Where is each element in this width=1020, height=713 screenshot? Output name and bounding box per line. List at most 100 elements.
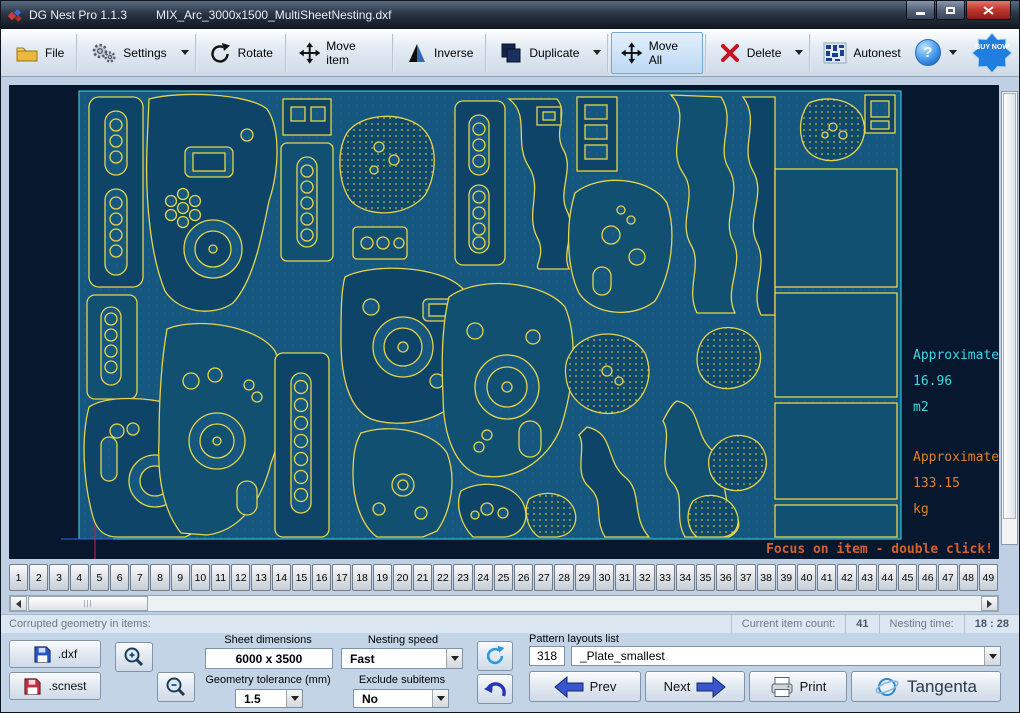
sheet-tab-46[interactable]: 46	[918, 564, 938, 591]
settings-dropdown-arrow[interactable]	[177, 32, 193, 74]
prev-button[interactable]: Prev	[529, 671, 641, 702]
sheet-tab-43[interactable]: 43	[857, 564, 877, 591]
sheet-tab-15[interactable]: 15	[291, 564, 312, 591]
sheet-tab-42[interactable]: 42	[837, 564, 857, 591]
pattern-layouts-select[interactable]: _Plate_smallest	[571, 646, 1001, 666]
sheet-tab-5[interactable]: 5	[89, 564, 110, 591]
sheet-tab-22[interactable]: 22	[433, 564, 453, 591]
nested-part[interactable]	[564, 333, 650, 415]
nested-part[interactable]	[707, 434, 767, 492]
delete-button[interactable]: Delete	[709, 32, 792, 74]
sheet-tab-28[interactable]: 28	[554, 564, 574, 591]
nesting-canvas[interactable]	[9, 85, 999, 559]
nested-part[interactable]	[282, 98, 332, 136]
nested-part[interactable]	[799, 98, 866, 162]
zoom-out-button[interactable]	[157, 672, 195, 702]
vertical-scrollbar[interactable]	[1001, 91, 1018, 545]
nested-part[interactable]	[864, 94, 896, 134]
help-button[interactable]: ?	[914, 39, 942, 66]
sheet-tab-44[interactable]: 44	[877, 564, 897, 591]
sheet-tab-40[interactable]: 40	[796, 564, 817, 591]
sheet-tab-45[interactable]: 45	[897, 564, 918, 591]
sheet-tab-26[interactable]: 26	[514, 564, 534, 591]
sheet-tab-25[interactable]: 25	[493, 564, 514, 591]
settings-button[interactable]: Settings	[80, 32, 176, 74]
zoom-in-button[interactable]	[115, 642, 153, 672]
horizontal-scrollbar-thumb[interactable]: |||	[28, 596, 148, 611]
file-button[interactable]: File	[5, 32, 74, 74]
nested-part[interactable]	[352, 226, 408, 260]
vertical-scrollbar-thumb[interactable]	[1003, 93, 1016, 519]
exclude-subitems-select[interactable]: No	[353, 689, 449, 708]
sheet-tab-35[interactable]: 35	[695, 564, 716, 591]
sheet-tab-14[interactable]: 14	[271, 564, 291, 591]
nested-part[interactable]	[567, 179, 673, 313]
rotate-button[interactable]: Rotate	[199, 32, 283, 74]
sheet-tab-13[interactable]: 13	[251, 564, 271, 591]
sheet-tab-34[interactable]: 34	[675, 564, 695, 591]
close-button[interactable]	[966, 1, 1011, 20]
nested-part[interactable]	[696, 326, 762, 390]
sheet-tab-2[interactable]: 2	[29, 564, 49, 591]
sheet-tab-29[interactable]: 29	[574, 564, 594, 591]
sheet-tab-20[interactable]: 20	[392, 564, 413, 591]
nesting-speed-select[interactable]: Fast	[341, 648, 463, 669]
sheet-tab-19[interactable]: 19	[372, 564, 392, 591]
sheet-tab-16[interactable]: 16	[312, 564, 332, 591]
move-all-button[interactable]: Move All	[611, 31, 703, 74]
inverse-button[interactable]: Inverse	[396, 32, 483, 74]
save-scnest-button[interactable]: .scnest	[9, 672, 101, 700]
nested-part[interactable]	[274, 352, 330, 538]
nested-part[interactable]	[88, 96, 144, 288]
sheet-tab-4[interactable]: 4	[69, 564, 89, 591]
sheet-tab-32[interactable]: 32	[635, 564, 655, 591]
scroll-left-arrow[interactable]	[10, 596, 27, 611]
sheet-tab-33[interactable]: 33	[655, 564, 675, 591]
maximize-button[interactable]	[936, 1, 965, 20]
sheet-tab-1[interactable]: 1	[9, 564, 29, 591]
sheet-tab-30[interactable]: 30	[594, 564, 615, 591]
sheet-tab-24[interactable]: 24	[473, 564, 493, 591]
nested-part[interactable]	[576, 96, 618, 172]
nested-part[interactable]	[86, 294, 138, 400]
tangenta-button[interactable]: Tangenta	[851, 671, 1001, 702]
undo-button[interactable]	[477, 674, 513, 704]
autonest-button[interactable]: Autonest	[813, 32, 910, 74]
move-item-button[interactable]: Move item	[289, 32, 390, 74]
sheet-tab-12[interactable]: 12	[231, 564, 251, 591]
help-dropdown-arrow[interactable]	[945, 32, 961, 74]
next-button[interactable]: Next	[645, 671, 745, 702]
sheet-tab-36[interactable]: 36	[716, 564, 736, 591]
sheet-tab-41[interactable]: 41	[817, 564, 837, 591]
sheet-tab-39[interactable]: 39	[776, 564, 796, 591]
sheet-tab-27[interactable]: 27	[534, 564, 554, 591]
sheet-tab-10[interactable]: 10	[190, 564, 211, 591]
nested-part[interactable]	[454, 100, 506, 266]
sheet-tab-3[interactable]: 3	[49, 564, 69, 591]
sheet-tab-37[interactable]: 37	[736, 564, 756, 591]
sheet-tab-49[interactable]: 49	[978, 564, 998, 591]
delete-dropdown-arrow[interactable]	[791, 32, 807, 74]
save-dxf-button[interactable]: .dxf	[9, 640, 101, 668]
sheet-tab-11[interactable]: 11	[211, 564, 231, 591]
sheet-tab-23[interactable]: 23	[453, 564, 473, 591]
scroll-right-arrow[interactable]	[981, 596, 998, 611]
sheet-tab-9[interactable]: 9	[170, 564, 190, 591]
nested-part[interactable]	[352, 428, 453, 538]
buy-now-button[interactable]: BUY NOW	[969, 31, 1015, 74]
minimize-button[interactable]	[906, 1, 935, 20]
sheet-tab-6[interactable]: 6	[110, 564, 130, 591]
sheet-tab-8[interactable]: 8	[150, 564, 170, 591]
nested-part[interactable]	[339, 115, 435, 214]
duplicate-dropdown-arrow[interactable]	[589, 32, 605, 74]
chevron-down-icon[interactable]	[984, 647, 1000, 665]
sheet-tab-47[interactable]: 47	[938, 564, 958, 591]
print-button[interactable]: Print	[749, 671, 847, 702]
chevron-down-icon[interactable]	[432, 690, 448, 707]
geometry-tolerance-select[interactable]: 1.5	[235, 689, 303, 708]
nested-part[interactable]	[280, 142, 334, 262]
horizontal-scrollbar[interactable]: |||	[9, 595, 999, 612]
sheet-tab-7[interactable]: 7	[130, 564, 150, 591]
sheet-tab-38[interactable]: 38	[756, 564, 776, 591]
nested-part[interactable]	[774, 168, 898, 538]
